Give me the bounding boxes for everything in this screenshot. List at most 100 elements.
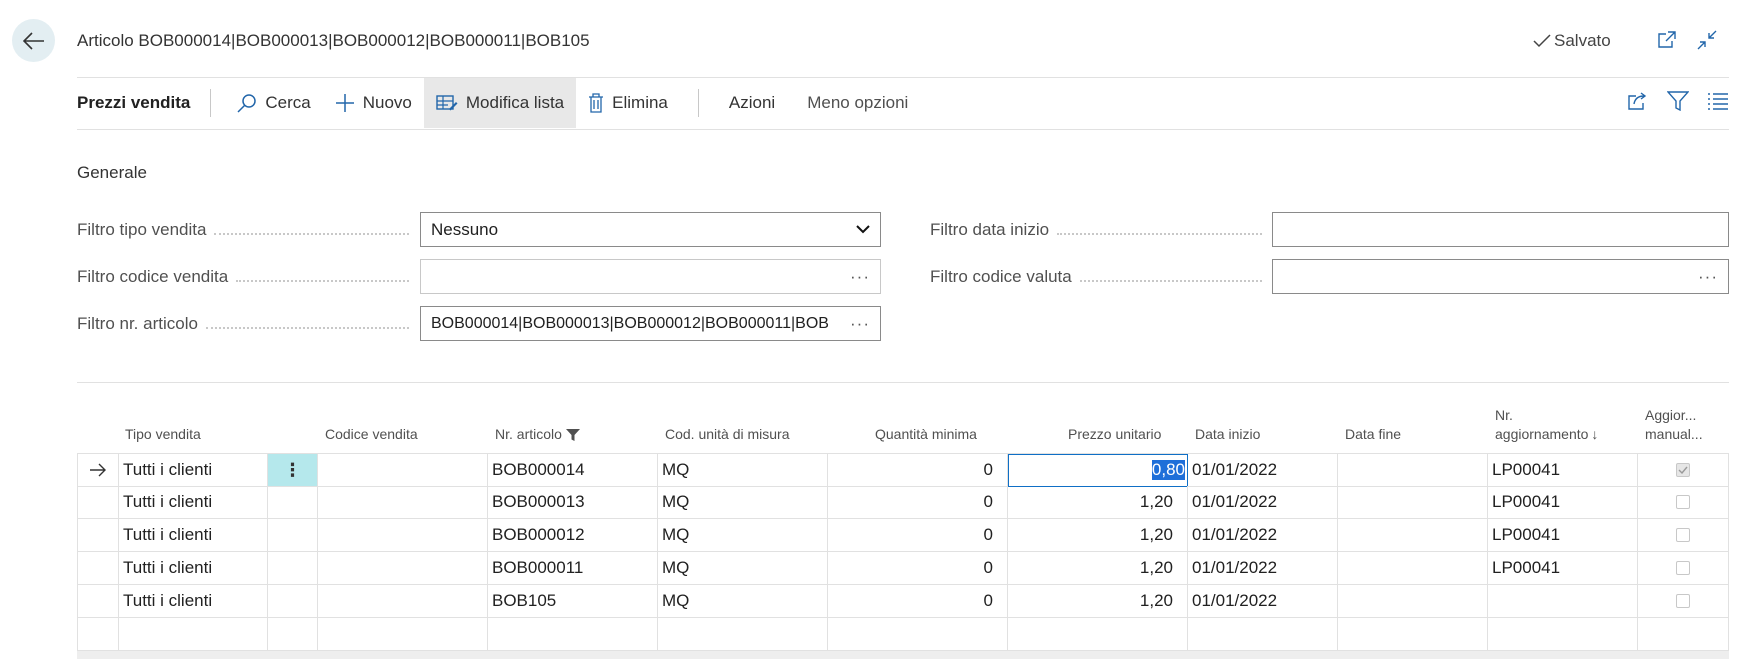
column-header-item-no[interactable]: Nr. articolo bbox=[495, 426, 580, 443]
cell-unit-price[interactable]: 0,80 bbox=[1008, 454, 1188, 487]
cell-item-no[interactable]: BOB000014 bbox=[488, 454, 658, 487]
cell-end-date[interactable] bbox=[1338, 618, 1488, 651]
cell-manual-update[interactable] bbox=[1638, 618, 1729, 651]
table-row[interactable]: Tutti i clienti ⋮ BOB000014 MQ 0 0,80 01/01/20… bbox=[77, 453, 1729, 487]
cell-uom[interactable]: MQ bbox=[658, 585, 828, 618]
filter-icon[interactable] bbox=[1666, 90, 1690, 116]
cell-uom[interactable]: MQ bbox=[658, 552, 828, 585]
cell-item-no[interactable] bbox=[488, 618, 658, 651]
ellipsis-icon[interactable]: ··· bbox=[1698, 267, 1718, 287]
item-no-filter-input[interactable]: BOB000014|BOB000013|BOB000012|BOB000011|… bbox=[420, 306, 881, 341]
fewer-options-button[interactable]: Meno opzioni bbox=[791, 78, 924, 128]
checkbox-checked[interactable] bbox=[1676, 463, 1690, 477]
cell-sales-code[interactable] bbox=[318, 519, 488, 552]
cell-unit-price[interactable]: 1,20 bbox=[1008, 519, 1188, 552]
cell-uom[interactable] bbox=[658, 618, 828, 651]
more-options-icon[interactable]: ⋮ bbox=[284, 460, 302, 481]
cell-unit-price[interactable]: 1,20 bbox=[1008, 585, 1188, 618]
cell-min-qty[interactable]: 0 bbox=[828, 585, 1008, 618]
cell-sales-type[interactable]: Tutti i clienti bbox=[119, 519, 268, 552]
cell-update-no[interactable]: LP00041 bbox=[1488, 519, 1638, 552]
cell-end-date[interactable] bbox=[1338, 552, 1488, 585]
row-menu-cell[interactable]: ⋮ bbox=[268, 454, 318, 487]
column-header-min-qty[interactable]: Quantità minima bbox=[875, 426, 977, 443]
cell-min-qty[interactable]: 0 bbox=[828, 552, 1008, 585]
cell-sales-type[interactable]: Tutti i clienti bbox=[119, 486, 268, 519]
cell-unit-price[interactable]: 1,20 bbox=[1008, 552, 1188, 585]
cell-item-no[interactable]: BOB000013 bbox=[488, 486, 658, 519]
cell-update-no[interactable]: LP00041 bbox=[1488, 486, 1638, 519]
ellipsis-icon[interactable]: ··· bbox=[850, 267, 870, 287]
column-header-end-date[interactable]: Data fine bbox=[1345, 426, 1401, 443]
column-header-sales-code[interactable]: Codice vendita bbox=[325, 426, 418, 443]
cell-item-no[interactable]: BOB105 bbox=[488, 585, 658, 618]
cell-start-date[interactable]: 01/01/2022 bbox=[1188, 454, 1338, 487]
cell-min-qty[interactable]: 0 bbox=[828, 486, 1008, 519]
cell-start-date[interactable]: 01/01/2022 bbox=[1188, 519, 1338, 552]
row-menu-cell[interactable] bbox=[268, 519, 318, 552]
cell-unit-price[interactable]: 1,20 bbox=[1008, 486, 1188, 519]
cell-start-date[interactable] bbox=[1188, 618, 1338, 651]
table-row[interactable]: Tutti i clienti BOB000012 MQ 0 1,20 01/01/202… bbox=[77, 519, 1729, 552]
edit-list-button[interactable]: Modifica lista bbox=[423, 78, 577, 128]
search-button[interactable]: Cerca bbox=[225, 78, 322, 128]
open-new-window-icon[interactable] bbox=[1655, 28, 1679, 52]
cell-uom[interactable]: MQ bbox=[658, 486, 828, 519]
cell-end-date[interactable] bbox=[1338, 486, 1488, 519]
cell-manual-update[interactable] bbox=[1638, 585, 1729, 618]
row-menu-cell[interactable] bbox=[268, 486, 318, 519]
ellipsis-icon[interactable]: ··· bbox=[850, 314, 870, 334]
table-row[interactable]: Tutti i clienti BOB000011 MQ 0 1,20 01/01/202… bbox=[77, 552, 1729, 585]
cell-sales-type[interactable]: Tutti i clienti bbox=[119, 552, 268, 585]
cell-item-no[interactable]: BOB000011 bbox=[488, 552, 658, 585]
delete-button[interactable]: Elimina bbox=[576, 78, 680, 128]
cell-update-no[interactable]: LP00041 bbox=[1488, 552, 1638, 585]
cell-sales-type[interactable]: Tutti i clienti bbox=[119, 454, 268, 487]
cell-manual-update[interactable] bbox=[1638, 519, 1729, 552]
cell-sales-code[interactable] bbox=[318, 454, 488, 487]
start-date-filter-input[interactable] bbox=[1272, 212, 1729, 247]
sales-type-filter-select[interactable]: Nessuno bbox=[420, 212, 881, 247]
cell-sales-code[interactable] bbox=[318, 552, 488, 585]
cell-sales-code[interactable] bbox=[318, 585, 488, 618]
cell-end-date[interactable] bbox=[1338, 519, 1488, 552]
cell-manual-update[interactable] bbox=[1638, 486, 1729, 519]
column-header-manual[interactable]: Aggior... manual... bbox=[1645, 407, 1703, 443]
cell-sales-code[interactable] bbox=[318, 618, 488, 651]
row-menu-cell[interactable] bbox=[268, 585, 318, 618]
cell-min-qty[interactable] bbox=[828, 618, 1008, 651]
cell-start-date[interactable]: 01/01/2022 bbox=[1188, 552, 1338, 585]
table-row-empty[interactable] bbox=[77, 618, 1729, 651]
cell-item-no[interactable]: BOB000012 bbox=[488, 519, 658, 552]
share-icon[interactable] bbox=[1627, 91, 1649, 116]
column-header-sales-type[interactable]: Tipo vendita bbox=[125, 426, 201, 443]
column-header-start-date[interactable]: Data inizio bbox=[1195, 426, 1260, 443]
cell-unit-price[interactable] bbox=[1008, 618, 1188, 651]
back-button[interactable] bbox=[12, 19, 55, 62]
list-view-icon[interactable] bbox=[1707, 92, 1729, 115]
currency-filter-input[interactable]: ··· bbox=[1272, 259, 1729, 294]
collapse-icon[interactable] bbox=[1695, 28, 1719, 52]
column-header-uom[interactable]: Cod. unità di misura bbox=[665, 426, 790, 443]
cell-update-no[interactable] bbox=[1488, 618, 1638, 651]
cell-min-qty[interactable]: 0 bbox=[828, 454, 1008, 487]
new-button[interactable]: Nuovo bbox=[323, 78, 424, 128]
checkbox[interactable] bbox=[1676, 594, 1690, 608]
checkbox[interactable] bbox=[1676, 495, 1690, 509]
cell-sales-type[interactable] bbox=[119, 618, 268, 651]
cell-manual-update[interactable] bbox=[1638, 454, 1729, 487]
table-row[interactable]: Tutti i clienti BOB105 MQ 0 1,20 01/01/2022 bbox=[77, 585, 1729, 618]
actions-menu[interactable]: Azioni bbox=[713, 78, 791, 128]
cell-end-date[interactable] bbox=[1338, 454, 1488, 487]
column-header-unit-price[interactable]: Prezzo unitario bbox=[1068, 426, 1161, 443]
cell-sales-code[interactable] bbox=[318, 486, 488, 519]
cell-start-date[interactable]: 01/01/2022 bbox=[1188, 486, 1338, 519]
cell-end-date[interactable] bbox=[1338, 585, 1488, 618]
row-menu-cell[interactable] bbox=[268, 552, 318, 585]
cell-uom[interactable]: MQ bbox=[658, 519, 828, 552]
cell-start-date[interactable]: 01/01/2022 bbox=[1188, 585, 1338, 618]
cell-min-qty[interactable]: 0 bbox=[828, 519, 1008, 552]
checkbox[interactable] bbox=[1676, 528, 1690, 542]
table-row[interactable]: Tutti i clienti BOB000013 MQ 0 1,20 01/01/202… bbox=[77, 486, 1729, 519]
cell-sales-type[interactable]: Tutti i clienti bbox=[119, 585, 268, 618]
